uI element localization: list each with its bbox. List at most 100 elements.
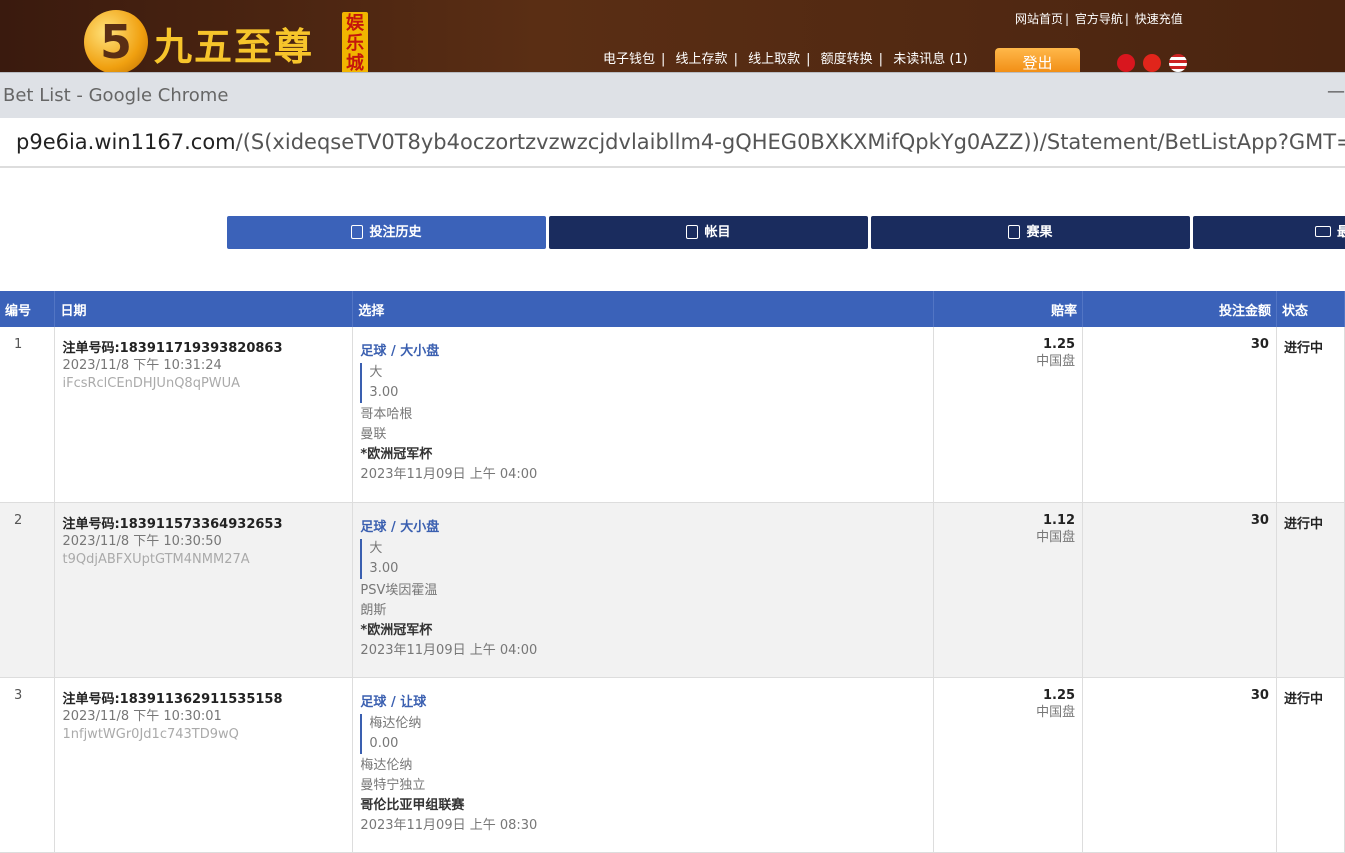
date-cell: 注单号码:183911362911535158 2023/11/8 下午 10:…	[54, 677, 354, 853]
bet-type: 足球 / 大小盘	[360, 519, 440, 535]
away-team: 曼联	[360, 427, 387, 442]
hk-flag-icon[interactable]	[1117, 54, 1135, 72]
cn-flag-icon[interactable]	[1143, 54, 1161, 72]
odds-value: 1.25	[1043, 337, 1076, 352]
league: *欧洲冠军杯	[360, 622, 433, 638]
quick-recharge-link[interactable]: 快速充值	[1135, 12, 1183, 26]
amount-cell: 30	[1082, 327, 1277, 503]
us-flag-icon[interactable]	[1169, 54, 1187, 72]
selection-cell: 足球 / 大小盘 大 3.00 PSV埃因霍温 朗斯 *欧洲冠军杯 2023年1…	[352, 502, 935, 678]
pick-block: 大 3.00	[360, 363, 926, 403]
pick: 大	[369, 365, 383, 380]
pick: 梅达伦纳	[369, 715, 422, 731]
home-team: 梅达伦纳	[360, 757, 413, 773]
window-title-bar: Bet List - Google Chrome —	[0, 72, 1345, 118]
logo-badge: 娱乐城	[342, 12, 368, 74]
line: 3.00	[369, 385, 399, 400]
odds-cell: 1.25 中国盘	[933, 677, 1084, 853]
order-number: 注单号码:183911719393820863	[62, 341, 283, 356]
odds-type: 中国盘	[1036, 354, 1076, 369]
row-number: 3	[0, 677, 56, 853]
bet-datetime: 2023/11/8 下午 10:30:50	[62, 533, 222, 549]
away-team: 朗斯	[360, 602, 387, 618]
league: *欧洲冠军杯	[360, 447, 433, 462]
col-header-no: 编号	[0, 291, 56, 327]
row-number: 1	[0, 327, 56, 503]
odds-type: 中国盘	[1036, 529, 1076, 545]
odds-value: 1.12	[1043, 512, 1076, 528]
home-link[interactable]: 网站首页	[1015, 12, 1063, 26]
logo-text: 九五至尊	[154, 24, 315, 69]
amount-cell: 30	[1082, 502, 1277, 678]
logo-emblem: 5	[84, 10, 148, 74]
bet-type: 足球 / 大小盘	[360, 344, 440, 359]
transfer-link[interactable]: 额度转换	[821, 52, 873, 67]
site-logo[interactable]: 5 九五至尊 娱乐城	[84, 10, 374, 74]
selection-cell: 足球 / 让球 梅达伦纳 0.00 梅达伦纳 曼特宁独立 哥伦比亚甲组联赛 20…	[352, 677, 935, 853]
status-cell: 进行中	[1276, 502, 1345, 678]
table-row: 3 注单号码:183911362911535158 2023/11/8 下午 1…	[0, 677, 1345, 853]
ledger-icon	[686, 224, 699, 239]
window-title: Bet List - Google Chrome	[3, 85, 229, 106]
mail-icon	[1315, 226, 1331, 237]
match-time: 2023年11月09日 上午 04:00	[360, 642, 538, 658]
pick-block: 大 3.00	[360, 538, 926, 579]
pick-block: 梅达伦纳 0.00	[360, 713, 926, 754]
account-nav: 电子钱包 | 线上存款 | 线上取款 | 额度转换 | 未读讯息 (1)	[603, 52, 968, 67]
bet-list-table: 编号 日期 选择 赔率 投注金额 状态 1 注单号码:1839117193938…	[0, 291, 1345, 853]
home-team: PSV埃因霍温	[360, 582, 438, 598]
col-header-odds: 赔率	[933, 291, 1084, 327]
official-nav-link[interactable]: 官方导航	[1075, 12, 1123, 26]
odds-type: 中国盘	[1036, 704, 1076, 720]
col-header-date: 日期	[54, 291, 354, 327]
top-links: 网站首页 | 官方导航 | 快速充值	[1015, 12, 1183, 26]
line: 3.00	[369, 560, 399, 576]
away-team: 曼特宁独立	[360, 777, 426, 793]
bet-datetime: 2023/11/8 下午 10:31:24	[62, 358, 222, 373]
status-cell: 进行中	[1276, 677, 1345, 853]
url-text[interactable]: p9e6ia.win1167.com/(S(xideqseTV0T8yb4ocz…	[16, 130, 1345, 154]
col-header-amount: 投注金额	[1082, 291, 1277, 327]
table-header-row: 编号 日期 选择 赔率 投注金额 状态	[0, 291, 1345, 327]
odds-value: 1.25	[1043, 687, 1076, 703]
logout-button[interactable]: 登出	[995, 48, 1080, 75]
site-header: 5 九五至尊 娱乐城 网站首页 | 官方导航 | 快速充值 电子钱包 | 线上存款 | …	[0, 0, 1345, 75]
withdraw-link[interactable]: 线上取款	[748, 52, 800, 67]
row-number: 2	[0, 502, 56, 678]
table-row: 1 注单号码:183911719393820863 2023/11/8 下午 1…	[0, 327, 1345, 503]
match-time: 2023年11月09日 上午 08:30	[360, 817, 538, 833]
bet-type: 足球 / 让球	[360, 694, 427, 710]
e-wallet-link[interactable]: 电子钱包	[603, 52, 655, 67]
deposit-link[interactable]: 线上存款	[676, 52, 728, 67]
status-cell: 进行中	[1276, 327, 1345, 503]
line: 0.00	[369, 735, 399, 751]
col-header-status: 状态	[1276, 291, 1345, 327]
amount-cell: 30	[1082, 677, 1277, 853]
table-row: 2 注单号码:183911573364932653 2023/11/8 下午 1…	[0, 502, 1345, 678]
date-cell: 注单号码:183911719393820863 2023/11/8 下午 10:…	[54, 327, 354, 503]
bet-datetime: 2023/11/8 下午 10:30:01	[62, 708, 222, 724]
home-team: 哥本哈根	[360, 407, 413, 422]
match-time: 2023年11月09日 上午 04:00	[360, 467, 538, 482]
bet-code: iFcsRclCEnDHJUnQ8qPWUA	[62, 376, 241, 391]
messages-link[interactable]: 未读讯息 (1)	[893, 52, 968, 67]
odds-cell: 1.12 中国盘	[933, 502, 1084, 678]
selection-cell: 足球 / 大小盘 大 3.00 哥本哈根 曼联 *欧洲冠军杯 2023年11月0…	[352, 327, 935, 503]
order-number: 注单号码:183911573364932653	[62, 516, 283, 532]
tab-bet-history[interactable]: 投注历史	[227, 216, 546, 249]
clipboard-icon	[351, 224, 364, 239]
address-bar[interactable]: p9e6ia.win1167.com/(S(xideqseTV0T8yb4ocz…	[0, 118, 1345, 168]
tab-latest[interactable]: 最	[1193, 216, 1345, 249]
order-number: 注单号码:183911362911535158	[62, 691, 283, 707]
tab-results[interactable]: 赛果	[871, 216, 1190, 249]
odds-cell: 1.25 中国盘	[933, 327, 1084, 503]
col-header-selection: 选择	[352, 291, 935, 327]
bet-code: 1nfjwtWGr0Jd1c743TD9wQ	[62, 726, 239, 742]
tab-accounts[interactable]: 帐目	[549, 216, 868, 249]
minimize-icon[interactable]: —	[1327, 81, 1345, 102]
bet-code: t9QdjABFXUptGTM4NMM27A	[62, 551, 250, 567]
results-icon	[1008, 224, 1021, 239]
pick: 大	[369, 540, 383, 556]
league: 哥伦比亚甲组联赛	[360, 797, 465, 813]
date-cell: 注单号码:183911573364932653 2023/11/8 下午 10:…	[54, 502, 354, 678]
